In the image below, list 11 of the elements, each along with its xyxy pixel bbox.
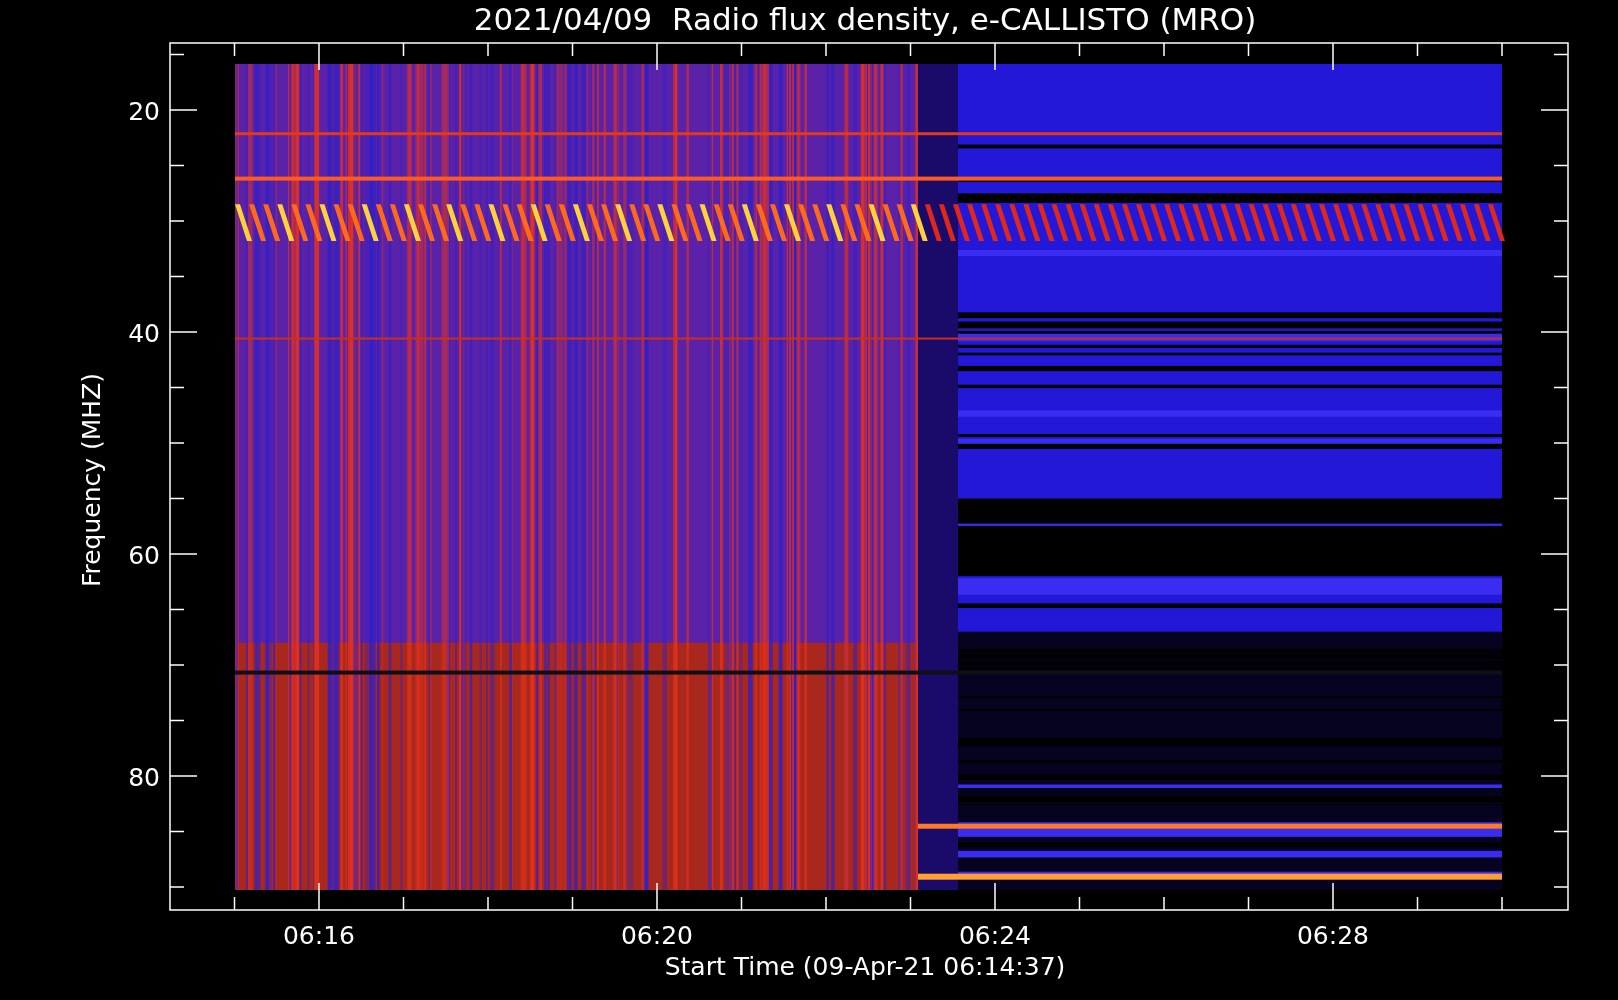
y-tick-label: 40 bbox=[128, 319, 160, 348]
y-tick-label: 60 bbox=[128, 541, 160, 570]
x-tick-label: 06:28 bbox=[1297, 921, 1369, 950]
x-tick-label: 06:24 bbox=[959, 921, 1031, 950]
y-tick-label: 80 bbox=[128, 763, 160, 792]
y-axis-label: Frequency (MHZ) bbox=[77, 372, 106, 588]
x-tick-label: 06:20 bbox=[621, 921, 693, 950]
x-axis-label: Start Time (09-Apr-21 06:14:37) bbox=[664, 952, 1066, 981]
plot-title: 2021/04/09 Radio flux density, e-CALLISTO (MRO) bbox=[473, 1, 1257, 37]
y-tick-label: 20 bbox=[128, 97, 160, 126]
x-tick-label: 06:16 bbox=[283, 921, 355, 950]
